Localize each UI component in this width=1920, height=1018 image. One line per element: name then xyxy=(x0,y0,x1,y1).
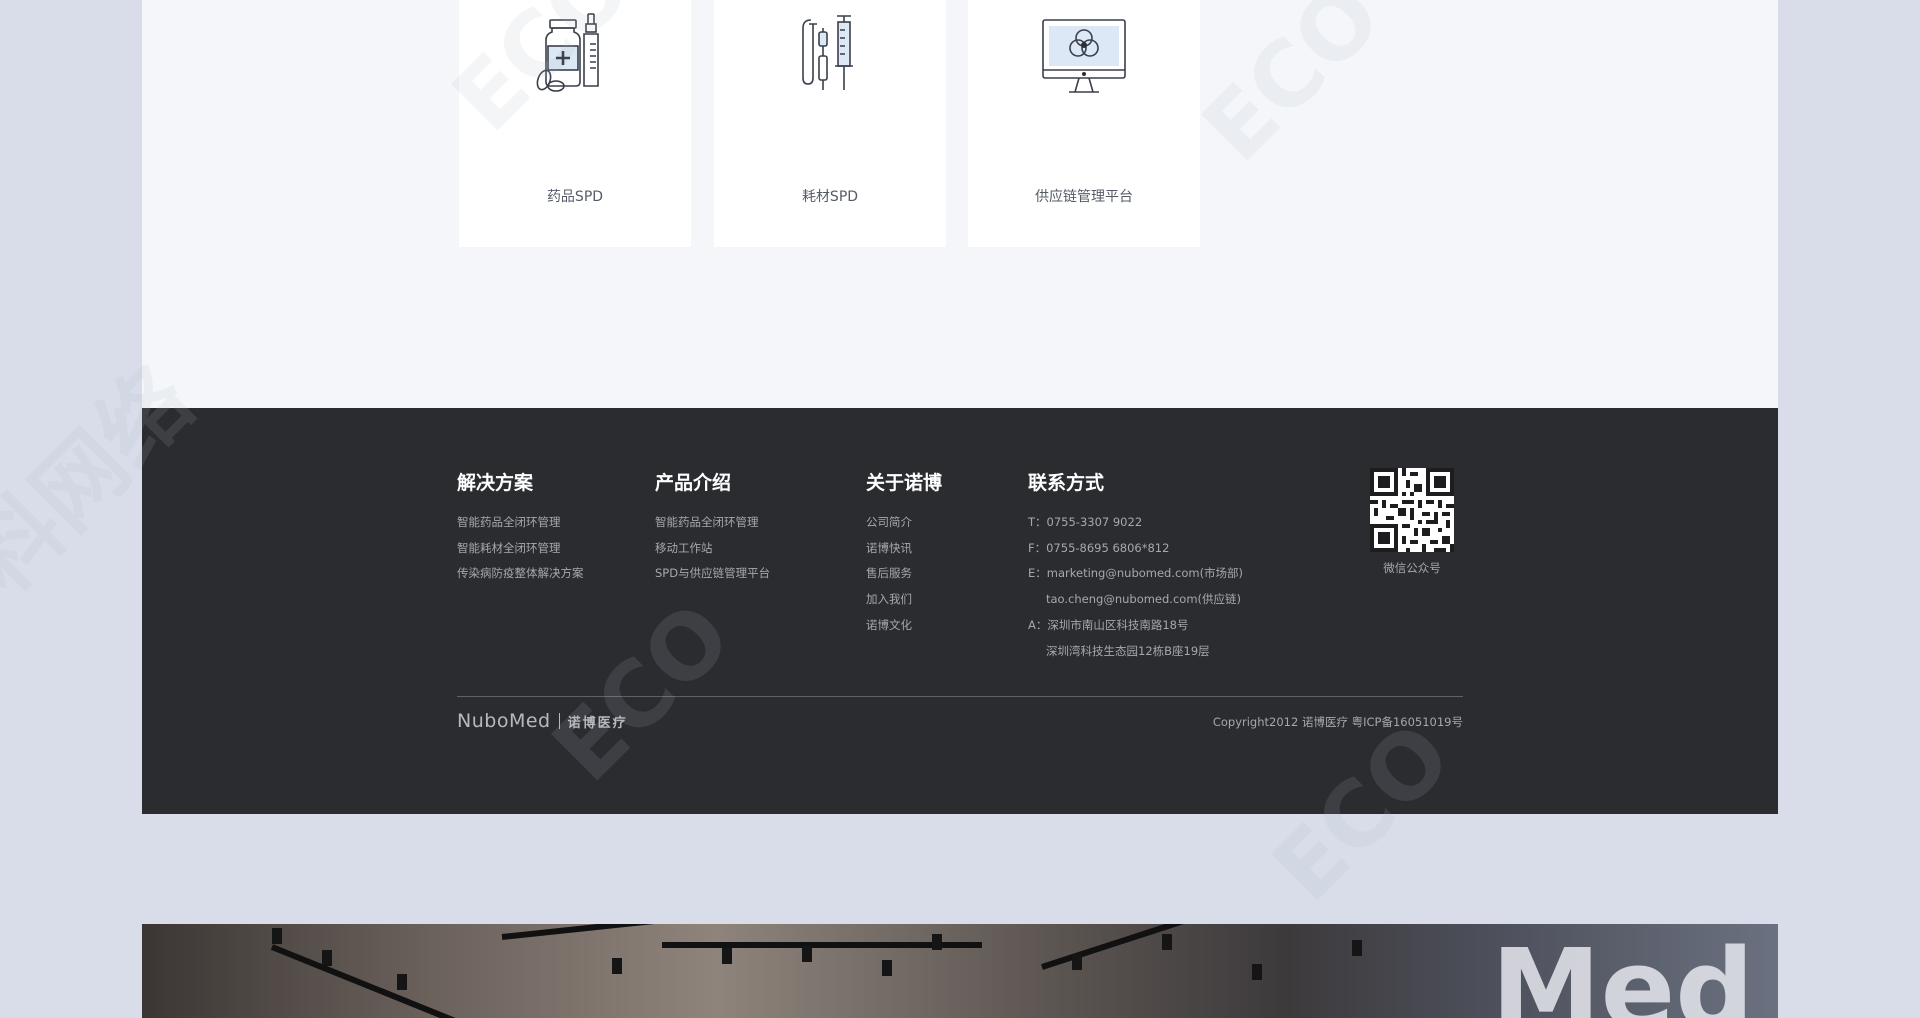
footer-link[interactable]: 售后服务 xyxy=(866,561,942,587)
footer-products-column: 产品介绍 智能药品全闭环管理 移动工作站 SPD与供应链管理平台 xyxy=(655,472,770,587)
contact-email-supply[interactable]: tao.cheng@nubomed.com(供应链) xyxy=(1028,587,1243,613)
footer-divider xyxy=(457,696,1463,697)
footer-column-title: 关于诺博 xyxy=(866,472,943,494)
qr-code-label: 微信公众号 xyxy=(1383,561,1441,575)
spotlight xyxy=(802,946,812,962)
spotlight xyxy=(322,950,332,966)
footer-contact-column: 联系方式 T：0755-3307 9022 F：0755-8695 6806*8… xyxy=(1028,472,1243,664)
footer-link[interactable]: 公司简介 xyxy=(866,510,942,536)
footer-column-title: 联系方式 xyxy=(1028,472,1105,494)
contact-address: A：深圳市南山区科技南路18号 xyxy=(1028,617,1189,632)
spotlight xyxy=(1162,934,1172,950)
footer-link[interactable]: 智能药品全闭环管理 xyxy=(655,510,770,536)
monitor-platform-icon xyxy=(1042,19,1126,93)
wechat-qr-code xyxy=(1370,468,1454,552)
spotlight xyxy=(1072,954,1082,970)
contact-address-line2: 深圳湾科技生态园12栋B座19层 xyxy=(1046,643,1210,658)
footer-link[interactable]: 智能药品全闭环管理 xyxy=(457,510,584,536)
nubomed-logo[interactable]: NuboMed 诺博医疗 xyxy=(457,710,628,732)
footer-link[interactable]: 诺博文化 xyxy=(866,613,942,639)
footer-link[interactable]: 传染病防疫整体解决方案 xyxy=(457,561,584,587)
contact-fax: F：0755-8695 6806*812 xyxy=(1028,540,1170,555)
ceiling-track xyxy=(270,944,496,1018)
footer-link[interactable]: 诺博快讯 xyxy=(866,536,942,562)
footer-column-title: 解决方案 xyxy=(457,472,534,494)
footer-link[interactable]: 移动工作站 xyxy=(655,536,770,562)
footer-column-title: 产品介绍 xyxy=(655,472,732,494)
logo-en: NuboMed xyxy=(457,710,551,732)
spotlight xyxy=(612,958,622,974)
logo-separator xyxy=(558,713,560,729)
medicine-bottle-icon xyxy=(536,13,599,92)
product-card-label: 药品SPD xyxy=(546,189,604,205)
spotlight xyxy=(1352,940,1362,956)
spotlight xyxy=(882,960,892,976)
contact-phone: T：0755-3307 9022 xyxy=(1028,515,1143,529)
footer-link[interactable]: 加入我们 xyxy=(866,587,942,613)
footer-about-column: 关于诺博 公司简介 诺博快讯 售后服务 加入我们 诺博文化 xyxy=(866,472,942,639)
footer-link[interactable]: SPD与供应链管理平台 xyxy=(655,561,770,587)
footer-link[interactable]: 智能耗材全闭环管理 xyxy=(457,536,584,562)
product-card-consumables-spd[interactable]: 耗材SPD xyxy=(714,0,946,247)
product-card-label: 耗材SPD xyxy=(801,189,859,205)
showroom-photo: Med xyxy=(142,924,1778,1018)
contact-email[interactable]: E：marketing@nubomed.com(市场部) xyxy=(1028,561,1243,587)
site-footer: 解决方案 智能药品全闭环管理 智能耗材全闭环管理 传染病防疫整体解决方案 产品介… xyxy=(142,408,1778,814)
spotlight xyxy=(1252,964,1262,980)
ceiling-track xyxy=(1041,924,1329,970)
products-section: 药品SPD 耗材SPD 供应链管理平台 xyxy=(142,0,1778,408)
spotlight xyxy=(932,934,942,950)
nubomed-sign: Med xyxy=(1491,925,1754,1018)
spotlight xyxy=(272,928,282,944)
ceiling-track xyxy=(501,924,761,940)
spotlight xyxy=(722,948,732,964)
product-card-medicine-spd[interactable]: 药品SPD xyxy=(459,0,691,247)
product-card-supply-chain-platform[interactable]: 供应链管理平台 xyxy=(968,0,1200,247)
footer-solutions-column: 解决方案 智能药品全闭环管理 智能耗材全闭环管理 传染病防疫整体解决方案 xyxy=(457,472,584,587)
copyright-text: Copyright2012 诺博医疗 粤ICP备16051019号 xyxy=(1212,715,1463,729)
syringe-iv-icon xyxy=(802,15,853,90)
logo-cn: 诺博医疗 xyxy=(567,716,628,731)
product-card-label: 供应链管理平台 xyxy=(1035,189,1133,205)
spotlight xyxy=(397,974,407,990)
